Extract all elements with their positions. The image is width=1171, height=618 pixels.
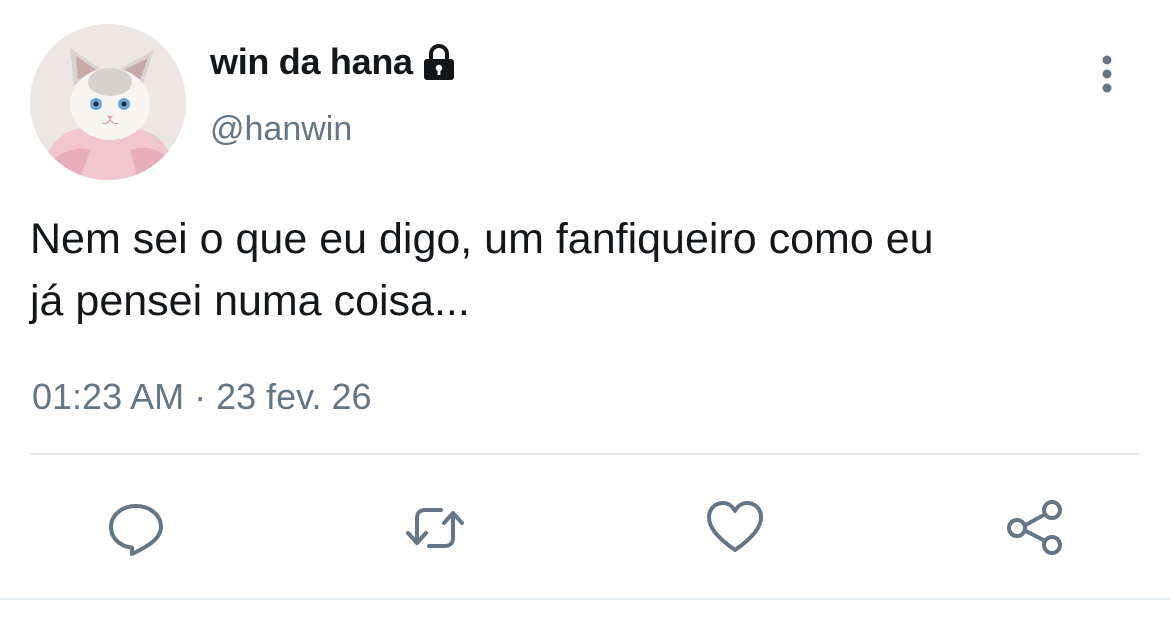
tweet-timestamp[interactable]: 01:23 AM · 23 fev. 26 [32,376,372,418]
divider [30,453,1140,455]
retweet-button[interactable] [405,498,465,558]
tweet-text: Nem sei o que eu digo, um fanfiqueiro co… [30,215,934,325]
avatar[interactable] [30,24,186,180]
more-vertical-icon[interactable] [1090,52,1124,100]
share-icon [1007,500,1062,555]
user-handle[interactable]: @hanwin [210,110,352,149]
author-name-row: win da hana [210,38,457,86]
reply-button[interactable] [106,498,166,558]
heart-icon [707,501,763,552]
share-button[interactable] [1005,498,1065,558]
lock-icon [421,42,457,82]
display-name[interactable]: win da hana [210,41,413,83]
bottom-divider [0,598,1171,600]
retweet-icon [406,508,464,548]
tweet-card: win da hana @hanwin Nem sei o que eu dig… [0,0,1171,618]
like-button[interactable] [705,498,765,558]
reply-icon [109,504,163,556]
cat-avatar-icon [30,24,186,180]
